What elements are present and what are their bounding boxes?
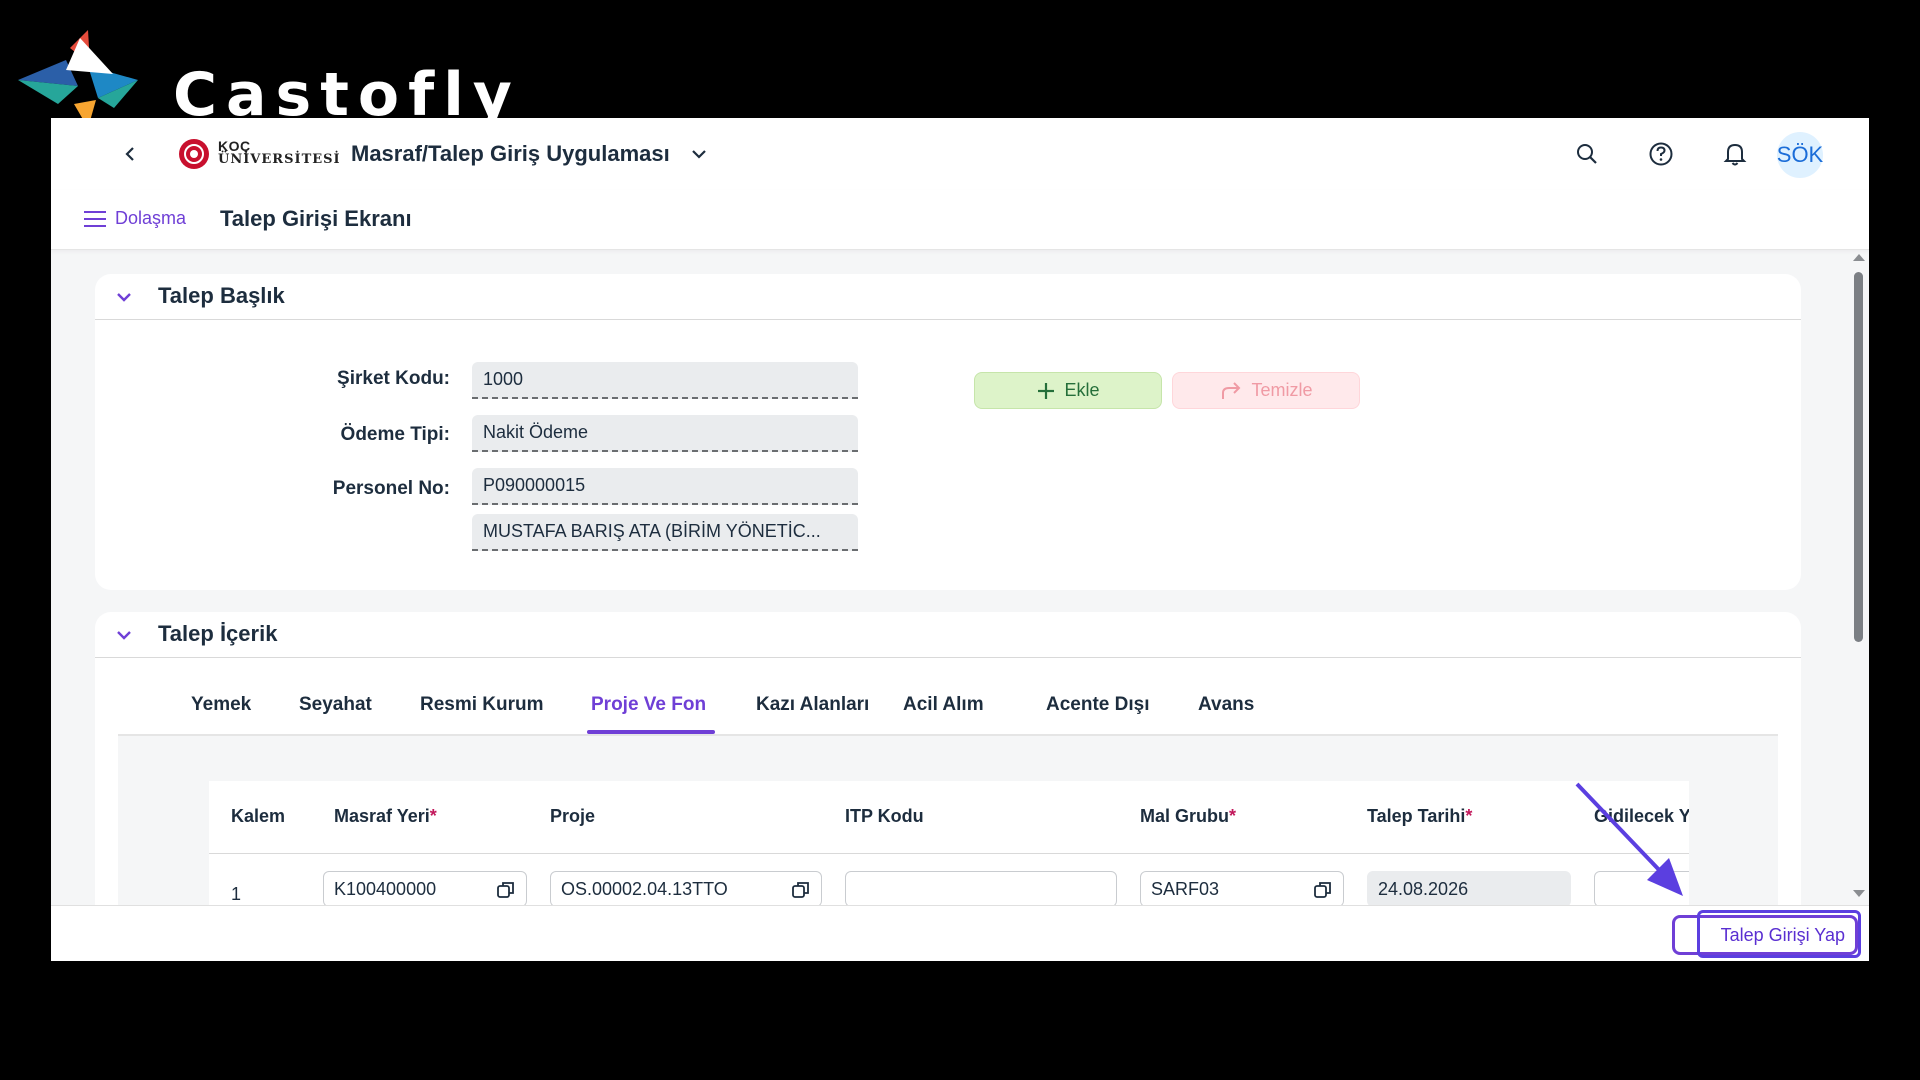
proje-value: OS.00002.04.13TTO bbox=[561, 879, 728, 899]
payment-type-label: Ödeme Tipi: bbox=[340, 424, 450, 445]
required-mark: * bbox=[1229, 806, 1237, 826]
column-header-talep-tarihi: Talep Tarihi* bbox=[1367, 806, 1472, 827]
app-switcher-chevron[interactable] bbox=[687, 142, 711, 166]
request-content-panel-header[interactable]: Talep İçerik bbox=[95, 612, 1801, 658]
page-subheader: Dolaşma Talep Girişi Ekranı bbox=[51, 190, 1869, 250]
company-code-label: Şirket Kodu: bbox=[337, 368, 450, 389]
vertical-scrollbar[interactable] bbox=[1851, 250, 1865, 905]
tab-seyahat[interactable]: Seyahat bbox=[299, 694, 372, 716]
bell-icon bbox=[1723, 143, 1747, 166]
column-header-mal-grubu-text: Mal Grubu bbox=[1140, 806, 1229, 826]
mal-grubu-value: SARF03 bbox=[1151, 879, 1220, 899]
payment-type-field[interactable]: Nakit Ödeme bbox=[472, 415, 858, 452]
talep-tarihi-field: 24.08.2026 bbox=[1367, 871, 1571, 905]
personnel-no-label: Personel No: bbox=[332, 478, 450, 499]
personnel-no-field[interactable]: P090000015 bbox=[472, 468, 858, 505]
required-mark: * bbox=[1465, 806, 1473, 826]
expense-items-table: Kalem Masraf Yeri* Proje ITP Kodu Mal Gr… bbox=[209, 781, 1689, 905]
search-button[interactable] bbox=[1571, 138, 1603, 170]
shell-bar: KOÇ ÜNİVERSİTESİ Masraf/Talep Giriş Uygu… bbox=[51, 118, 1869, 190]
scroll-down-arrow-icon[interactable] bbox=[1853, 890, 1865, 897]
column-header-itp-kodu: ITP Kodu bbox=[845, 806, 924, 826]
plus-icon bbox=[1038, 382, 1055, 399]
tab-acil-alim[interactable]: Acil Alım bbox=[903, 694, 984, 716]
tab-avans[interactable]: Avans bbox=[1198, 694, 1254, 716]
logo-text-universitesi: ÜNİVERSİTESİ bbox=[218, 152, 341, 167]
table-header-divider bbox=[209, 853, 1689, 854]
tab-content-area: Kalem Masraf Yeri* Proje ITP Kodu Mal Gr… bbox=[118, 736, 1778, 905]
tab-proje-ve-fon[interactable]: Proje Ve Fon bbox=[591, 694, 706, 716]
page-title: Talep Girişi Ekranı bbox=[220, 206, 412, 231]
masraf-yeri-input[interactable]: K100400000 bbox=[323, 871, 527, 905]
help-icon bbox=[1649, 142, 1673, 166]
back-button[interactable] bbox=[116, 140, 144, 168]
column-header-proje: Proje bbox=[550, 806, 596, 826]
page-footer: Talep Girişi Yap bbox=[51, 905, 1869, 961]
column-header-masraf-yeri-text: Masraf Yeri bbox=[334, 806, 430, 826]
itp-kodu-input[interactable] bbox=[845, 871, 1117, 905]
masraf-yeri-value: K100400000 bbox=[334, 879, 437, 899]
cell-kalem: 1 bbox=[231, 884, 242, 904]
column-header-masraf-yeri: Masraf Yeri* bbox=[334, 806, 437, 827]
annotation-arrow-icon bbox=[1575, 782, 1683, 896]
clear-button-label: Temizle bbox=[1251, 380, 1313, 400]
tab-kazi-alanlari[interactable]: Kazı Alanları bbox=[756, 694, 869, 716]
chevron-down-icon bbox=[117, 631, 131, 640]
mal-grubu-input[interactable]: SARF03 bbox=[1140, 871, 1344, 905]
chevron-down-icon bbox=[692, 150, 706, 159]
request-content-title: Talep İçerik bbox=[158, 621, 278, 646]
category-tab-bar: Yemek Seyahat Resmi Kurum Proje Ve Fon K… bbox=[118, 676, 1778, 736]
required-mark: * bbox=[429, 806, 437, 826]
request-content-panel: Talep İçerik Yemek Seyahat Resmi Kurum P… bbox=[95, 612, 1801, 905]
koc-emblem-icon bbox=[179, 139, 209, 169]
column-header-mal-grubu: Mal Grubu* bbox=[1140, 806, 1236, 827]
notifications-button[interactable] bbox=[1719, 138, 1751, 170]
company-code-field[interactable]: 1000 bbox=[472, 362, 858, 399]
column-header-talep-tarihi-text: Talep Tarihi bbox=[1367, 806, 1466, 826]
value-help-icon[interactable] bbox=[791, 880, 811, 900]
help-button[interactable] bbox=[1645, 138, 1677, 170]
active-tab-indicator bbox=[587, 730, 715, 734]
app-title[interactable]: Masraf/Talep Giriş Uygulaması bbox=[351, 141, 670, 167]
request-header-panel-header[interactable]: Talep Başlık bbox=[95, 274, 1801, 320]
personnel-name-field: MUSTAFA BARIŞ ATA (BİRİM YÖNETİC... bbox=[472, 514, 858, 551]
castofly-branding: Castofly bbox=[18, 18, 512, 130]
value-help-icon[interactable] bbox=[496, 880, 516, 900]
chevron-down-icon bbox=[117, 293, 131, 302]
search-icon bbox=[1577, 144, 1597, 164]
tab-yemek[interactable]: Yemek bbox=[191, 694, 251, 716]
navigation-menu-button[interactable]: Dolaşma bbox=[83, 208, 186, 229]
add-button[interactable]: Ekle bbox=[974, 372, 1162, 409]
column-header-kalem: Kalem bbox=[231, 806, 286, 826]
proje-input[interactable]: OS.00002.04.13TTO bbox=[550, 871, 822, 905]
clear-button[interactable]: Temizle bbox=[1172, 372, 1360, 409]
koc-university-logo: KOÇ ÜNİVERSİTESİ bbox=[176, 136, 340, 172]
add-button-label: Ekle bbox=[1064, 380, 1100, 400]
tab-acente-disi[interactable]: Acente Dışı bbox=[1046, 694, 1149, 716]
scroll-up-arrow-icon[interactable] bbox=[1853, 254, 1865, 261]
request-header-panel: Talep Başlık Şirket Kodu: 1000 Ödeme Tip… bbox=[95, 274, 1801, 590]
talep-tarihi-value: 24.08.2026 bbox=[1378, 879, 1469, 899]
redo-icon bbox=[1222, 381, 1241, 399]
request-header-title: Talep Başlık bbox=[158, 283, 285, 308]
value-help-icon[interactable] bbox=[1313, 880, 1333, 900]
chevron-left-icon bbox=[125, 147, 134, 161]
navigation-menu-label: Dolaşma bbox=[115, 208, 187, 228]
tab-resmi-kurum[interactable]: Resmi Kurum bbox=[420, 694, 544, 716]
scrollbar-thumb[interactable] bbox=[1854, 272, 1863, 642]
hamburger-menu-icon bbox=[84, 210, 106, 227]
submit-button-highlight bbox=[1697, 910, 1861, 958]
castofly-logo-icon bbox=[18, 30, 138, 128]
user-avatar[interactable]: SÖK bbox=[1777, 132, 1823, 178]
